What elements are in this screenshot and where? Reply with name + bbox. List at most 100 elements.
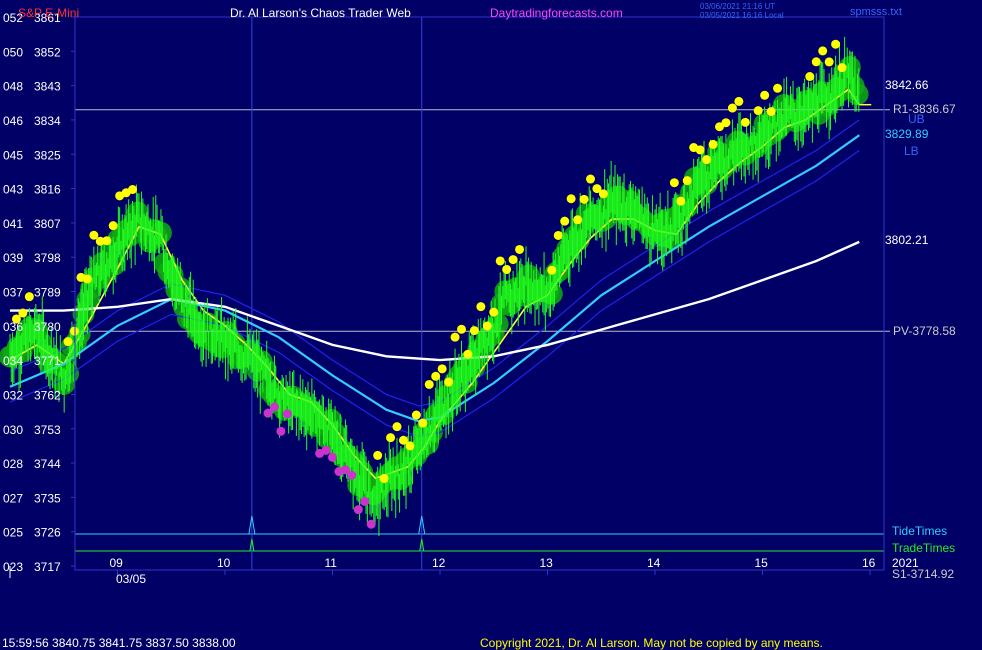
x-tick-label: 09 — [110, 556, 124, 570]
y-tick-left: 034 — [3, 354, 23, 368]
time-utc: 03/06/2021 21:16 UT — [700, 2, 776, 11]
high-dot — [515, 244, 525, 254]
site-link[interactable]: Daytradingforecasts.com — [490, 6, 623, 20]
slow-ma-value-label: 3802.21 — [885, 233, 929, 247]
high-dot — [708, 139, 718, 149]
copyright: Copyright 2021, Dr. Al Larson. May not b… — [480, 636, 823, 650]
y-tick-left: 030 — [3, 423, 23, 437]
high-dot — [727, 103, 737, 113]
y-tick-label: 3726 — [34, 526, 61, 540]
x-tick-label: 15 — [755, 556, 769, 570]
x-tick-label: 13 — [540, 556, 554, 570]
chart-title: Dr. Al Larson's Chaos Trader Web — [230, 6, 411, 20]
y-tick-label: 3744 — [34, 457, 61, 471]
chart-plot: 052 3861050 3852048 3843046 3834045 3825043 38… — [0, 11, 890, 578]
high-dot — [695, 145, 705, 155]
tide-times-label: TideTimes — [892, 524, 948, 538]
high-dot — [553, 230, 563, 240]
high-dot — [824, 57, 834, 67]
high-dot — [386, 433, 396, 443]
high-dot — [457, 324, 466, 334]
high-dot — [82, 274, 92, 284]
low-dot — [347, 470, 357, 480]
x-tick-label: 14 — [647, 556, 661, 570]
high-dot — [418, 418, 428, 428]
high-dot — [469, 326, 479, 336]
high-dot — [598, 189, 608, 199]
data-file-name: spmsss.txt — [850, 6, 902, 18]
y-tick-left: 032 — [3, 388, 23, 402]
low-dot — [321, 445, 331, 455]
x-tick-label: 16 — [862, 556, 876, 570]
time-local: 03/05/2021 16:16 Local — [700, 11, 784, 20]
high-dot — [405, 441, 415, 451]
high-dot — [450, 332, 460, 342]
y-tick-label: 3735 — [34, 491, 61, 505]
high-dot — [495, 256, 505, 266]
y-tick-left: 037 — [3, 286, 23, 300]
high-dot — [63, 337, 73, 347]
high-dot — [437, 364, 447, 374]
high-dot — [424, 379, 434, 389]
y-tick-left: 048 — [3, 80, 23, 94]
high-dot — [379, 474, 389, 484]
high-dot — [831, 39, 841, 49]
high-dot — [740, 117, 750, 127]
low-dot — [353, 505, 363, 515]
s1-label: S1-3714.92 — [892, 567, 955, 581]
high-dot — [502, 264, 512, 274]
x-tick-label: 10 — [217, 556, 231, 570]
y-tick-label: 3825 — [34, 148, 61, 162]
y-tick-left: 036 — [3, 320, 23, 334]
y-tick-left: 041 — [3, 217, 23, 231]
high-dot — [24, 292, 34, 302]
high-dot — [573, 215, 583, 225]
y-tick-left: 046 — [3, 114, 23, 128]
high-dot — [431, 371, 441, 381]
high-dot — [560, 216, 570, 226]
high-dot — [753, 106, 763, 116]
high-dot — [702, 155, 712, 165]
high-dot — [721, 118, 731, 128]
high-dot — [766, 107, 776, 117]
high-dot — [18, 308, 28, 318]
high-dot — [566, 194, 576, 204]
y-tick-label: 3852 — [34, 45, 61, 59]
y-tick-left: 045 — [3, 148, 23, 162]
high-dot — [586, 174, 595, 184]
high-dot — [773, 83, 783, 93]
y-tick-label: 3762 — [34, 388, 61, 402]
high-dot — [102, 236, 112, 246]
y-tick-left: 043 — [3, 183, 23, 197]
low-dot — [282, 409, 292, 419]
quote-readout: 15:59:56 3840.75 3841.75 3837.50 3838.00 — [2, 636, 236, 650]
lb-label: LB — [904, 144, 919, 158]
high-dot — [482, 321, 492, 331]
high-dot — [508, 255, 518, 265]
y-tick-label: 3717 — [34, 560, 61, 574]
x-date-label: 03/05 — [116, 572, 147, 586]
plot-frame — [74, 16, 885, 571]
high-dot — [392, 422, 402, 432]
high-dot — [837, 63, 847, 73]
y-tick-label: 3789 — [34, 286, 61, 300]
y-tick-label: 3816 — [34, 183, 61, 197]
low-dot — [328, 452, 337, 462]
symbol-title: S&P E-Mini — [18, 6, 80, 20]
y-tick-left: 025 — [3, 526, 23, 540]
high-dot — [547, 265, 557, 275]
high-dot — [108, 221, 118, 231]
high-dot — [411, 410, 421, 420]
high-dot — [373, 450, 383, 460]
low-dot — [269, 402, 279, 412]
y-tick-label: 3771 — [34, 354, 61, 368]
y-tick-left: 028 — [3, 457, 23, 471]
high-dot — [734, 96, 744, 106]
ub-label: UB — [908, 112, 925, 126]
y-tick-label: 3753 — [34, 423, 61, 437]
y-tick-label: 3807 — [34, 217, 61, 231]
high-dot — [463, 349, 473, 359]
high-dot — [676, 196, 686, 206]
high-dot — [444, 377, 454, 387]
x-tick-label: 12 — [432, 556, 446, 570]
